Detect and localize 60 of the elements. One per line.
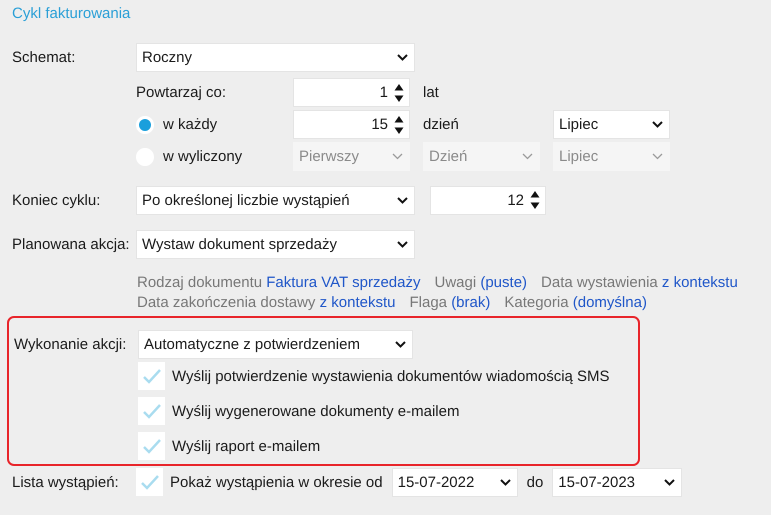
section-title: Cykl fakturowania — [12, 5, 132, 23]
chevron-down-icon — [522, 153, 533, 160]
checkbox-label[interactable]: Wyślij raport e-mailem — [138, 432, 320, 460]
field-label: Planowana akcja: — [12, 236, 131, 252]
field-label: Schemat: — [12, 48, 76, 66]
detail-link[interactable]: z kontekstu — [320, 294, 396, 311]
unit-label: lat — [423, 84, 440, 101]
detail-link[interactable]: (domyślna) — [572, 294, 647, 311]
checkmark-icon — [142, 438, 162, 454]
chevron-down-icon — [652, 153, 663, 160]
chevron-down-icon — [664, 478, 676, 486]
dropdown[interactable]: Automatyczne z potwierdzeniem — [138, 330, 413, 359]
chevron-down-icon — [392, 153, 403, 160]
number-field[interactable]: 15 — [293, 110, 410, 139]
checkmark-icon — [142, 368, 162, 384]
checkbox-label[interactable]: Wyślij potwierdzenie wystawienia dokumentów wiadomością SMS — [138, 362, 610, 390]
chevron-down-icon — [500, 478, 511, 486]
checkbox-label[interactable]: Pokaż wystąpienia w okresie od — [136, 468, 383, 496]
chevron-down-icon — [397, 54, 408, 60]
detail-label: Flaga — [409, 294, 448, 311]
chevron-down-icon — [652, 121, 663, 128]
date-dropdown[interactable]: 15-07-2022 — [392, 468, 518, 496]
unit-label: dzień — [423, 116, 460, 133]
spin-arrows-icon[interactable] — [394, 114, 404, 134]
checkbox[interactable] — [138, 362, 165, 390]
number-field[interactable]: 12 — [430, 186, 546, 214]
chevron-down-icon — [397, 196, 408, 204]
chevron-down-icon — [397, 240, 408, 248]
detail-label: Data zakończenia dostawy — [137, 294, 316, 311]
chevron-down-icon — [395, 341, 406, 348]
detail-link[interactable]: (brak) — [451, 294, 490, 311]
detail-link[interactable]: z kontekstu — [662, 274, 738, 291]
radio-option[interactable]: w wyliczony — [136, 148, 280, 166]
dropdown[interactable]: Lipiec — [553, 110, 670, 139]
spin-arrows-icon[interactable] — [530, 190, 540, 210]
field-label: Koniec cyklu: — [12, 192, 102, 208]
dropdown[interactable]: Wystaw dokument sprzedaży — [136, 230, 415, 258]
checkbox-label[interactable]: Wyślij wygenerowane dokumenty e-mailem — [138, 397, 460, 425]
detail-label: Rodzaj dokumentu — [137, 274, 262, 291]
field-label: Powtarzaj co: — [136, 84, 228, 101]
dropdown[interactable]: Roczny — [136, 42, 415, 72]
detail-label: Kategoria — [504, 294, 569, 311]
detail-label: Uwagi — [434, 274, 476, 291]
dropdown[interactable]: Po określonej liczbie wystąpień — [136, 186, 415, 214]
checkmark-icon — [142, 403, 162, 419]
detail-link[interactable]: (puste) — [480, 274, 528, 291]
detail-link[interactable]: Faktura VAT sprzedaży — [266, 274, 420, 291]
radio-option[interactable]: w każdy — [136, 116, 280, 134]
date-dropdown[interactable]: 15-07-2023 — [552, 468, 682, 496]
radio-button[interactable] — [136, 116, 154, 134]
detail-label: Data wystawienia — [541, 274, 658, 291]
field-label: Lista wystąpień: — [12, 474, 120, 490]
field-label: Wykonanie akcji: — [14, 336, 128, 353]
spin-arrows-icon[interactable] — [394, 82, 404, 102]
checkmark-icon — [140, 474, 160, 490]
checkbox[interactable] — [136, 468, 163, 496]
checkbox[interactable] — [138, 432, 165, 460]
checkbox[interactable] — [138, 397, 165, 425]
field-label: do — [526, 474, 544, 490]
number-field[interactable]: 1 — [293, 78, 410, 107]
